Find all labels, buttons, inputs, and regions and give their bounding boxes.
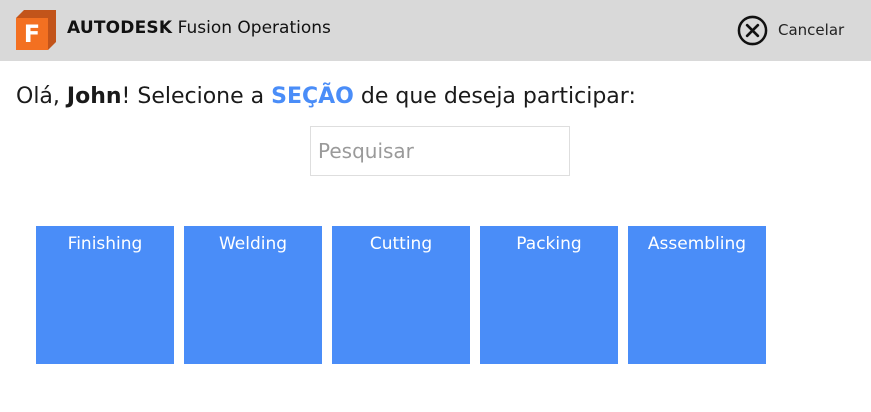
- section-tile-label[interactable]: Assembling: [628, 233, 766, 255]
- section-tile-label[interactable]: Cutting: [332, 233, 470, 255]
- close-circle-icon[interactable]: [737, 15, 768, 46]
- section-tile-finishing[interactable]: Finishing: [36, 226, 174, 364]
- brand-name: AUTODESK: [67, 18, 173, 38]
- section-tile-assembling[interactable]: Assembling: [628, 226, 766, 364]
- greeting-prefix: Selecione a: [137, 84, 265, 109]
- greeting-suffix: de que deseja participar:: [360, 84, 636, 109]
- cancel-button[interactable]: Cancelar: [737, 14, 844, 46]
- top-bar: F AUTODESK Fusion Operations Cancelar: [0, 0, 871, 61]
- section-tile-label[interactable]: Finishing: [36, 233, 174, 255]
- user-name: John: [66, 84, 122, 109]
- search-input[interactable]: [311, 127, 569, 175]
- app-title: AUTODESK Fusion Operations: [67, 17, 331, 39]
- cancel-label[interactable]: Cancelar: [778, 21, 844, 39]
- search-box[interactable]: [310, 126, 570, 176]
- section-keyword: SEÇÃO: [271, 84, 354, 109]
- product-name: Fusion Operations: [177, 18, 331, 38]
- logo-letter: F: [24, 20, 40, 48]
- section-tile-packing[interactable]: Packing: [480, 226, 618, 364]
- section-tile-welding[interactable]: Welding: [184, 226, 322, 364]
- greeting-exclaim: !: [121, 84, 131, 109]
- fusion-logo-icon: F: [16, 10, 56, 50]
- section-tile-label[interactable]: Packing: [480, 233, 618, 255]
- greeting-hello: Olá,: [16, 84, 60, 109]
- section-tile-label[interactable]: Welding: [184, 233, 322, 255]
- section-tile-cutting[interactable]: Cutting: [332, 226, 470, 364]
- greeting-heading: Olá, John! Selecione a SEÇÃO de que dese…: [16, 82, 636, 112]
